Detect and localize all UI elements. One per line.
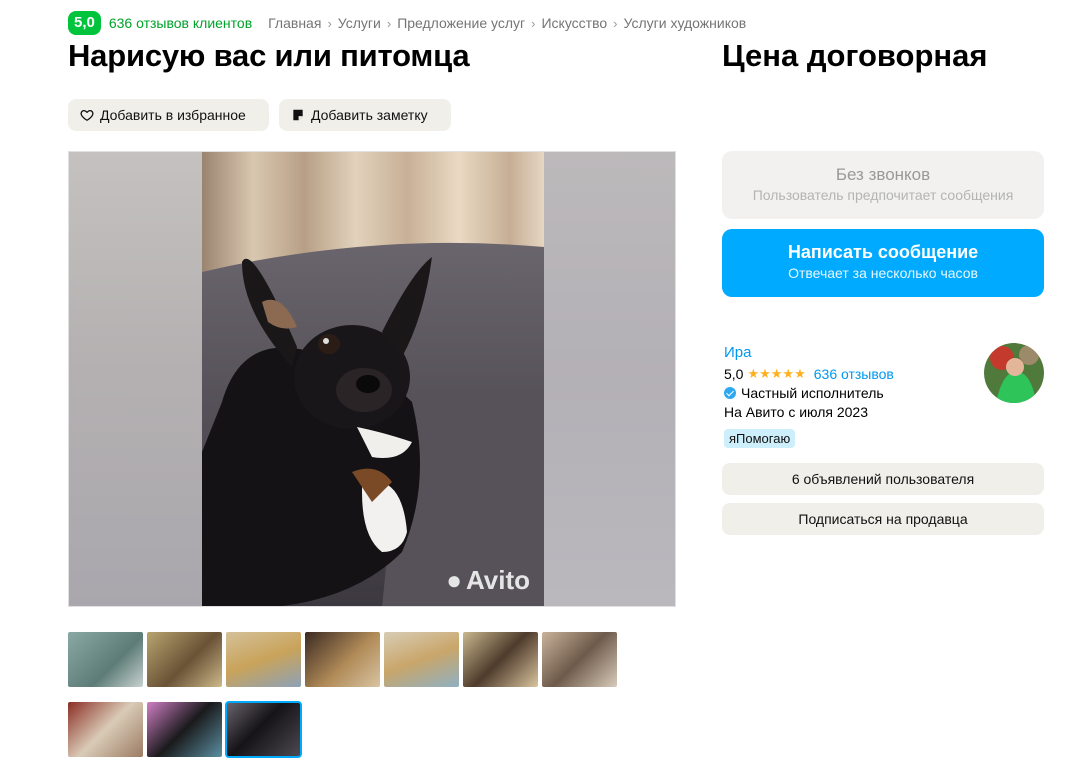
breadcrumb-item-services[interactable]: Услуги <box>338 15 381 31</box>
chevron-right-icon: › <box>386 15 392 31</box>
chevron-right-icon: › <box>613 15 618 31</box>
add-to-favorites-button[interactable]: Добавить в избранное <box>68 99 269 131</box>
seller-type-label: Частный исполнитель <box>741 385 884 401</box>
star-rating-icon: ★★★★★ <box>747 366 806 381</box>
breadcrumb: Главная › Услуги › Предложение услуг › И… <box>268 15 746 31</box>
add-note-button[interactable]: Добавить заметку <box>279 99 451 131</box>
seller-avatar[interactable] <box>984 343 1044 403</box>
photo-blurred-backdrop-left <box>69 152 202 606</box>
write-message-title: Написать сообщение <box>787 242 979 262</box>
help-badge[interactable]: яПомогаю <box>724 429 796 448</box>
customer-reviews-link[interactable]: 636 отзывов клиентов <box>109 15 252 31</box>
breadcrumb-item-service-offer[interactable]: Предложение услуг <box>397 15 525 31</box>
thumbnail[interactable] <box>542 632 617 687</box>
thumbnail[interactable] <box>226 632 301 687</box>
no-calls-title: Без звонков <box>835 165 931 184</box>
subscribe-seller-button[interactable]: Подписаться на продавца <box>722 503 1044 535</box>
write-message-subtitle: Отвечает за несколько часов <box>788 265 978 281</box>
photo-blurred-backdrop-right <box>542 152 675 606</box>
seller-ads-button[interactable]: 6 объявлений пользователя <box>722 463 1044 495</box>
heart-icon <box>80 109 94 121</box>
avito-logo-icon: ● <box>446 565 462 595</box>
chevron-right-icon: › <box>531 15 536 31</box>
main-photo[interactable]: ● Avito <box>68 151 676 607</box>
thumbnail[interactable] <box>147 702 222 757</box>
no-calls-subtitle: Пользователь предпочитает сообщения <box>752 187 1014 203</box>
breadcrumb-item-art[interactable]: Искусство <box>541 15 607 31</box>
thumbnail[interactable] <box>463 632 538 687</box>
add-to-favorites-label: Добавить в избранное <box>100 107 246 123</box>
avito-watermark: ● Avito <box>446 565 530 596</box>
top-bar: 5,0 636 отзывов клиентов Главная › Услуг… <box>68 11 746 35</box>
listing-price: Цена договорная <box>722 38 988 73</box>
seller-rating-value: 5,0 <box>724 366 744 382</box>
listing-title: Нарисую вас или питомца <box>68 38 470 73</box>
thumbnail[interactable] <box>384 632 459 687</box>
add-note-label: Добавить заметку <box>311 107 428 123</box>
thumbnail[interactable] <box>305 632 380 687</box>
no-calls-notice: Без звонков Пользователь предпочитает со… <box>722 151 1044 219</box>
thumbnail[interactable] <box>68 702 143 757</box>
breadcrumb-item-artist-services[interactable]: Услуги художников <box>624 15 747 31</box>
breadcrumb-item-home[interactable]: Главная <box>268 15 321 31</box>
seller-reviews-link[interactable]: 636 отзывов <box>814 366 894 382</box>
note-icon <box>293 109 303 121</box>
thumbnail[interactable] <box>147 632 222 687</box>
avito-watermark-text: Avito <box>465 565 530 595</box>
write-message-button[interactable]: Написать сообщение Отвечает за несколько… <box>722 229 1044 297</box>
thumbnail-active[interactable] <box>225 701 302 758</box>
dog-photo <box>202 152 544 606</box>
chevron-right-icon: › <box>327 15 332 31</box>
thumbnail[interactable] <box>68 632 143 687</box>
rating-badge: 5,0 <box>68 11 101 35</box>
seller-since: На Авито с июля 2023 <box>724 404 868 420</box>
verified-check-icon <box>724 387 736 399</box>
